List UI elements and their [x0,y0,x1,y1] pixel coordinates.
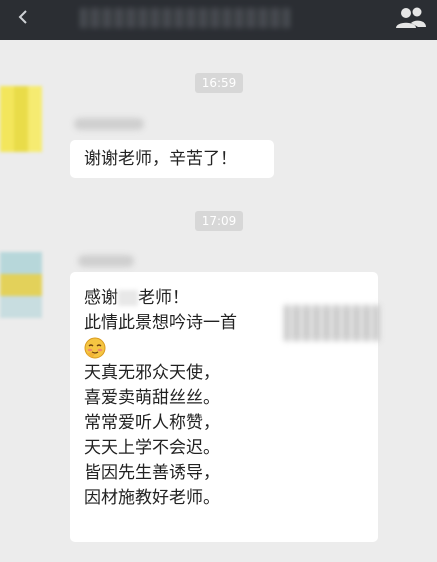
group-members-button[interactable] [393,4,429,32]
back-button[interactable] [12,6,36,30]
message-line: 常常爱听人称赞， [84,413,220,433]
group-icon [396,7,426,28]
redacted-chat-title [80,8,290,28]
message-text: 谢谢老师，辛苦了！ [84,149,237,169]
message-line: 因材施教好老师。 [84,488,220,508]
redacted-name [118,290,138,306]
message-line: 皆因先生善诱导， [84,463,220,483]
sender-avatar[interactable] [0,86,42,152]
message-line: 此情此景想吟诗一首 [84,305,380,341]
message-line: 喜爱卖萌甜丝丝。 [84,388,220,408]
message-bubble[interactable]: 谢谢老师，辛苦了！ [70,140,274,178]
timestamp: 16:59 [195,73,243,93]
sender-avatar[interactable] [0,252,42,318]
message-line: 天天上学不会迟。 [84,438,220,458]
message-bubble[interactable]: 感谢 老师！ 此情此景想吟诗一首 天真无邪众天使， 喜爱卖萌甜丝丝。 常常爱听人称… [70,272,380,542]
redacted-sender-name [78,255,134,267]
blushing-face-emoji [84,337,106,359]
redacted-sender-name [74,118,144,130]
chevron-left-icon [18,10,27,24]
message-line: 天真无邪众天使， [84,363,220,383]
timestamp: 17:09 [195,211,243,231]
message-line [84,336,364,361]
title-bar [0,0,437,40]
